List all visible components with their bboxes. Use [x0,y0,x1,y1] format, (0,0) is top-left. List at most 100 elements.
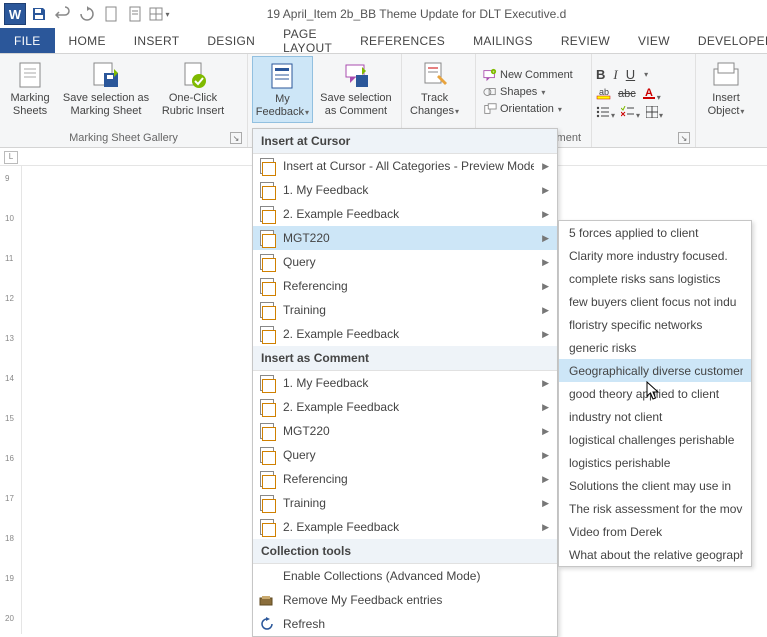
menu-item[interactable]: Query ▶ [253,250,557,274]
menu-item[interactable]: 1. My Feedback▶ [253,371,557,395]
submenu-item[interactable]: Solutions the client may use in [559,474,751,497]
menu-item-label: Training [283,303,534,317]
group-launcher-icon[interactable]: ↘ [678,132,690,144]
submenu-item-label: Solutions the client may use in [569,479,743,493]
submenu-item[interactable]: generic risks [559,336,751,359]
bold-button[interactable]: B [596,67,605,82]
submenu-item-label: few buyers client focus not indu [569,295,743,309]
menu-item[interactable]: 2. Example Feedback▶ [253,395,557,419]
tab-mailings[interactable]: MAILINGS [459,28,547,53]
submenu-item[interactable]: Clarity more industry focused. [559,244,751,267]
menu-item-label: Enable Collections (Advanced Mode) [283,569,549,583]
menu-item-label: Remove My Feedback entries [283,593,549,607]
menu-item[interactable]: Referencing▶ [253,274,557,298]
italic-button[interactable]: I [613,67,617,83]
submenu-item[interactable]: few buyers client focus not indu [559,290,751,313]
submenu-item-label: floristry specific networks [569,318,743,332]
marking-sheets-button[interactable]: Marking Sheets [4,56,56,121]
tab-developer[interactable]: DEVELOPER [684,28,767,53]
tab-page-layout[interactable]: PAGE LAYOUT [269,28,346,53]
submenu-item[interactable]: good theory applied to client [559,382,751,405]
vertical-ruler: 91011121314151617181920 [0,166,22,634]
shapes-button[interactable]: Shapes▾ [480,84,576,100]
save-marking-sheet-button[interactable]: Save selection as Marking Sheet [58,56,154,121]
window-title: 19 April_Item 2b_BB Theme Update for DLT… [170,7,763,21]
save-icon[interactable] [28,3,50,25]
document-pair-icon [259,182,275,198]
strike-button[interactable]: abc [618,88,636,100]
submenu-item[interactable]: logistics perishable [559,451,751,474]
tab-home[interactable]: HOME [55,28,120,53]
document-pair-icon [259,158,275,174]
submenu-arrow-icon: ▶ [542,209,549,220]
group-launcher-icon[interactable]: ↘ [230,132,242,144]
submenu-item[interactable]: Video from Derek [559,520,751,543]
submenu-arrow-icon: ▶ [542,161,549,172]
menu-item[interactable]: Refresh [253,612,557,636]
track-changes-button[interactable]: Track Changes▾ [406,56,463,121]
menu-item[interactable]: 1. My Feedback▶ [253,178,557,202]
none [259,568,275,584]
tab-view[interactable]: VIEW [624,28,684,53]
tab-insert[interactable]: INSERT [120,28,194,53]
submenu-item[interactable]: What about the relative geograph [559,543,751,566]
submenu-item[interactable]: The risk assessment for the move [559,497,751,520]
submenu-item[interactable]: industry not client [559,405,751,428]
tab-references[interactable]: REFERENCES [346,28,459,53]
bullets-button[interactable]: ▾ [596,106,615,121]
submenu-item[interactable]: 5 forces applied to client [559,221,751,244]
doc-icon[interactable] [124,3,146,25]
new-doc-icon[interactable] [100,3,122,25]
my-feedback-button[interactable]: My Feedback▾ [252,56,313,123]
submenu-arrow-icon: ▶ [542,329,549,340]
mgt220-submenu: 5 forces applied to client Clarity more i… [558,220,752,567]
menu-item[interactable]: 2. Example Feedback▶ [253,515,557,539]
table-small-button[interactable]: ▾ [646,106,663,121]
menu-item[interactable]: 2. Example Feedback▶ [253,202,557,226]
menu-item-label: MGT220 [283,231,534,245]
tab-file[interactable]: FILE [0,28,55,53]
document-pair-icon [259,206,275,222]
checklist-button[interactable]: ▾ [621,106,640,121]
submenu-item-label: generic risks [569,341,743,355]
orientation-button[interactable]: Orientation▾ [480,101,576,117]
submenu-item[interactable]: complete risks sans logistics [559,267,751,290]
menu-item[interactable]: Training▶ [253,491,557,515]
save-as-comment-button[interactable]: Save selection as Comment [315,56,397,121]
menu-item[interactable]: Enable Collections (Advanced Mode) [253,564,557,588]
font-color-button[interactable]: A▾ [642,86,661,103]
submenu-item[interactable]: Geographically diverse customers [559,359,751,382]
menu-item[interactable]: Training▶ [253,298,557,322]
submenu-item[interactable]: logistical challenges perishable [559,428,751,451]
menu-item-label: Query [283,255,534,269]
undo-icon[interactable] [52,3,74,25]
new-comment-button[interactable]: +New Comment [480,67,576,83]
submenu-arrow-icon: ▶ [542,450,549,461]
menu-item[interactable]: MGT220 ▶ [253,226,557,250]
redo-icon[interactable] [76,3,98,25]
word-logo: W [4,3,26,25]
menu-item[interactable]: Referencing▶ [253,467,557,491]
submenu-item[interactable]: floristry specific networks [559,313,751,336]
tab-review[interactable]: REVIEW [547,28,624,53]
table-icon[interactable]: ▾ [148,3,170,25]
menu-item[interactable]: MGT220▶ [253,419,557,443]
submenu-arrow-icon: ▶ [542,474,549,485]
menu-item[interactable]: 2. Example Feedback▶ [253,322,557,346]
document-pair-icon [259,471,275,487]
underline-button[interactable]: U [626,67,635,82]
menu-item[interactable]: Query▶ [253,443,557,467]
tab-design[interactable]: DESIGN [193,28,269,53]
insert-object-button[interactable]: Insert Object▾ [700,56,752,121]
menu-item[interactable]: Insert at Cursor - All Categories - Prev… [253,154,557,178]
submenu-item-label: complete risks sans logistics [569,272,743,286]
menu-item-label: 1. My Feedback [283,376,534,390]
highlight-button[interactable]: ab [596,86,612,103]
submenu-arrow-icon: ▶ [542,233,549,244]
submenu-arrow-icon: ▶ [542,257,549,268]
menu-item[interactable]: Remove My Feedback entries [253,588,557,612]
document-pair-icon [259,278,275,294]
submenu-item-label: Clarity more industry focused. [569,249,743,263]
menu-item-label: MGT220 [283,424,534,438]
oneclick-rubric-button[interactable]: One-Click Rubric Insert [156,56,230,121]
